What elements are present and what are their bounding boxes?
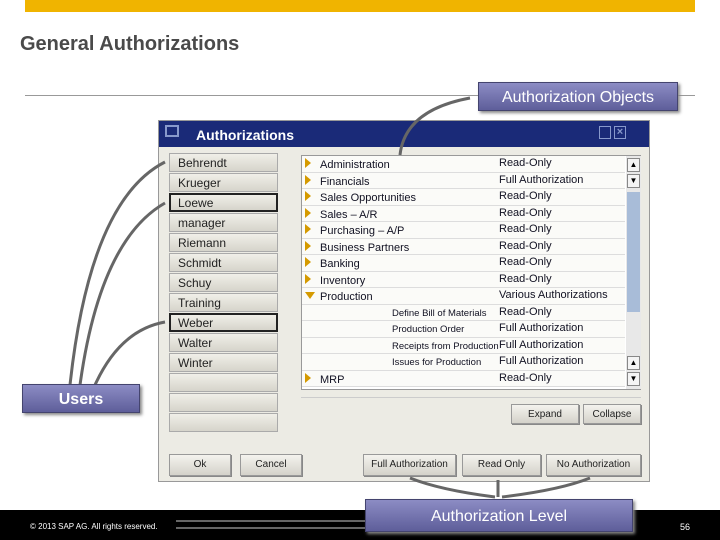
disclaimer-line — [176, 520, 366, 522]
copyright: © 2013 SAP AG. All rights reserved. — [30, 522, 158, 531]
arrow-objects — [398, 96, 471, 156]
disclaimer-line — [176, 527, 366, 529]
arrow-user-weber — [93, 320, 166, 386]
callout-authorization-level: Authorization Level — [365, 499, 633, 532]
arrows — [68, 96, 591, 499]
callout-users: Users — [22, 384, 140, 413]
callout-authorization-objects: Authorization Objects — [478, 82, 678, 111]
page-number: 56 — [680, 522, 691, 532]
arrow-full — [409, 476, 496, 499]
arrow-user-loewe — [78, 201, 166, 386]
arrow-none — [501, 476, 591, 499]
